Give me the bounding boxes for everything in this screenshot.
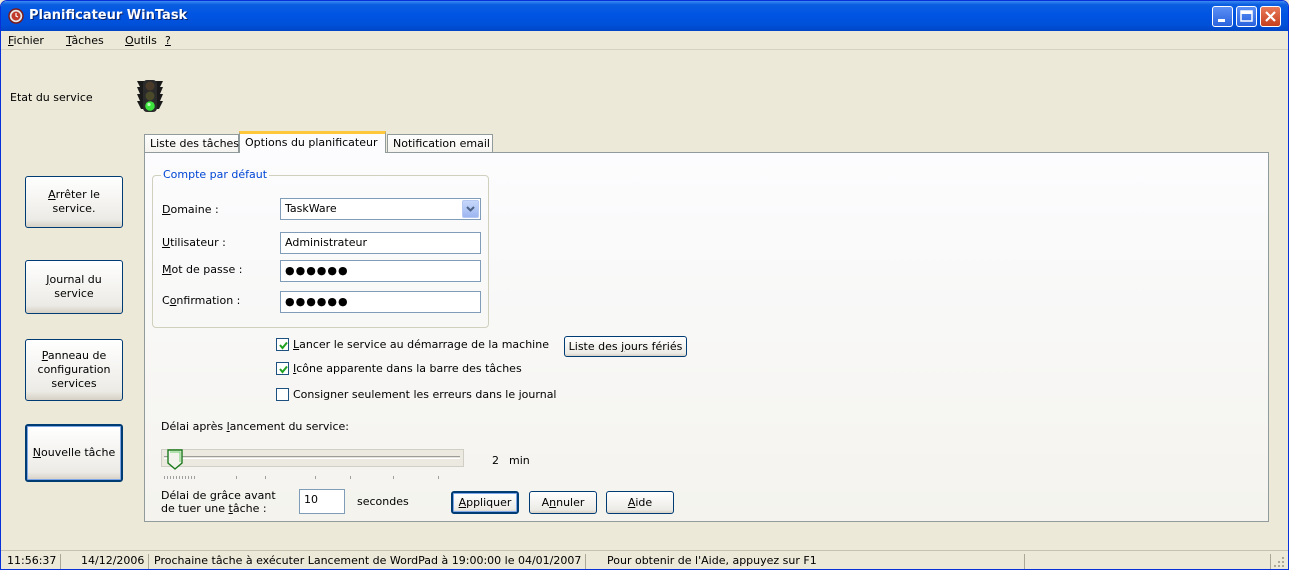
- tab-task-list[interactable]: Liste des tâches: [144, 134, 239, 153]
- slider-tick: [179, 476, 180, 479]
- menu-help[interactable]: ?: [165, 34, 171, 47]
- checkmark-icon: [279, 341, 288, 350]
- holidays-list-button[interactable]: Liste des jours fériés: [564, 336, 687, 357]
- maximize-button[interactable]: [1236, 6, 1257, 27]
- slider-tick: [393, 476, 394, 479]
- slider-tick: [191, 476, 192, 479]
- domain-select[interactable]: TaskWare: [280, 198, 481, 220]
- slider-tick: [236, 476, 237, 479]
- resize-grip-icon[interactable]: [1273, 556, 1285, 568]
- stop-service-button[interactable]: Arrêter le service.: [25, 176, 123, 228]
- slider-tick: [170, 476, 171, 479]
- delay-label: Délai après lancement du service:: [161, 420, 350, 433]
- cancel-button[interactable]: Annuler: [529, 491, 597, 514]
- confirmation-label: Confirmation :: [162, 294, 241, 307]
- window-title: Planificateur WinTask: [29, 8, 188, 23]
- checkmark-icon: [279, 365, 288, 374]
- slider-tick: [182, 476, 183, 479]
- apply-button[interactable]: Appliquer: [451, 491, 519, 514]
- new-task-button[interactable]: Nouvelle tâche: [25, 424, 123, 482]
- user-input[interactable]: Administrateur: [280, 232, 481, 254]
- delay-slider-groove: [164, 456, 460, 459]
- service-log-button[interactable]: Journal du service: [25, 260, 123, 314]
- tray-icon-label[interactable]: Icône apparente dans la barre des tâches: [293, 362, 522, 375]
- close-icon: [1265, 11, 1276, 22]
- delay-value: 2: [492, 454, 499, 467]
- close-button[interactable]: [1260, 6, 1281, 27]
- status-date: 14/12/2006: [81, 554, 150, 569]
- domain-label: Domaine :: [162, 203, 219, 216]
- menu-fichier[interactable]: Fichier: [8, 34, 44, 47]
- slider-tick: [194, 476, 195, 479]
- menu-outils[interactable]: Outils: [125, 34, 157, 47]
- slider-tick: [167, 476, 168, 479]
- main-window: Planificateur WinTask Fichier Tâches Out…: [0, 0, 1289, 570]
- maximize-icon: [1240, 10, 1253, 22]
- user-label: Utilisateur :: [162, 236, 226, 249]
- app-icon: [8, 8, 24, 24]
- slider-tick: [315, 476, 316, 479]
- slider-tick: [265, 476, 266, 479]
- log-errors-only-checkbox[interactable]: [276, 388, 289, 401]
- log-errors-only-label[interactable]: Consigner seulement les erreurs dans le …: [293, 388, 556, 401]
- status-empty-pane: [1031, 554, 1271, 569]
- chevron-down-icon: [466, 206, 475, 212]
- password-input[interactable]: ●●●●●●: [280, 260, 481, 282]
- launch-at-boot-checkbox[interactable]: [276, 338, 289, 351]
- slider-tick: [176, 476, 177, 479]
- services-control-panel-button[interactable]: Panneau de configuration services: [25, 339, 123, 401]
- title-bar[interactable]: Planificateur WinTask: [1, 1, 1288, 31]
- confirmation-input[interactable]: ●●●●●●: [280, 291, 481, 313]
- domain-dropdown-button[interactable]: [462, 200, 479, 218]
- default-account-group-title: Compte par défaut: [161, 168, 270, 181]
- launch-at-boot-label[interactable]: Lancer le service au démarrage de la mac…: [293, 338, 549, 351]
- grace-delay-input[interactable]: 10: [299, 489, 345, 514]
- slider-tick: [438, 476, 439, 479]
- slider-tick: [350, 476, 351, 479]
- delay-slider-thumb[interactable]: [167, 449, 183, 470]
- menu-taches[interactable]: Tâches: [66, 34, 104, 47]
- slider-tick: [188, 476, 189, 479]
- slider-tick: [173, 476, 174, 479]
- slider-tick: [185, 476, 186, 479]
- status-next-task: Prochaine tâche à exécuter Lancement de …: [154, 554, 587, 569]
- service-state-label: Etat du service: [10, 91, 93, 104]
- tab-email-notification[interactable]: Notification email: [387, 134, 493, 153]
- status-time: 11:56:37: [7, 554, 62, 569]
- minimize-button[interactable]: [1212, 6, 1233, 27]
- grace-delay-label: Délai de grâce avant de tuer une tâche :: [161, 489, 276, 515]
- menu-bar: Fichier Tâches Outils ?: [1, 31, 1288, 50]
- delay-unit: min: [509, 454, 530, 467]
- tab-scheduler-options[interactable]: Options du planificateur: [239, 131, 386, 153]
- domain-select-value: TaskWare: [285, 202, 337, 215]
- status-help-hint: Pour obtenir de l'Aide, appuyez sur F1: [607, 554, 1025, 569]
- status-bar: 11:56:37 14/12/2006 Prochaine tâche à ex…: [1, 550, 1288, 569]
- password-label: Mot de passe :: [162, 263, 243, 276]
- grace-delay-unit: secondes: [357, 495, 409, 508]
- help-button[interactable]: Aide: [606, 491, 674, 514]
- minimize-icon: [1218, 19, 1225, 22]
- traffic-light-green-icon: [137, 80, 163, 112]
- slider-tick: [164, 476, 165, 479]
- tray-icon-checkbox[interactable]: [276, 362, 289, 375]
